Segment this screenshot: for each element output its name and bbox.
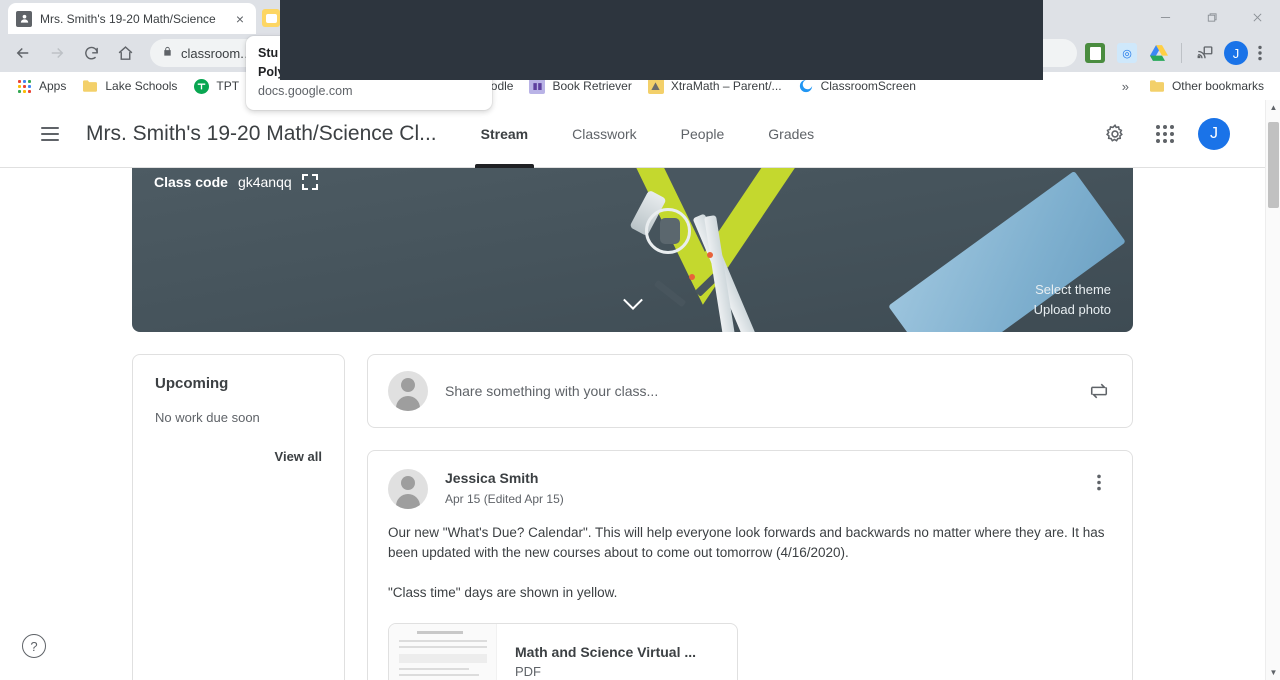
book-retriever-icon — [529, 78, 546, 94]
upcoming-card: Upcoming No work due soon View all — [132, 354, 345, 680]
browser-tab-title: Mrs. Smith's 19-20 Math/Science — [40, 11, 216, 26]
content-columns: Upcoming No work due soon View all Share… — [132, 354, 1133, 680]
vertical-scrollbar[interactable]: ▲ ▼ — [1265, 100, 1280, 680]
google-drive-extension-icon[interactable] — [1149, 43, 1169, 63]
pdf-thumbnail — [389, 624, 497, 680]
extension-icons: ◎ — [1085, 43, 1173, 63]
classroom-header-actions: J — [1098, 117, 1264, 151]
post-attachment[interactable]: Math and Science Virtual ... PDF — [388, 623, 738, 680]
tab-people[interactable]: People — [659, 100, 747, 168]
attachment-info: Math and Science Virtual ... PDF — [497, 644, 696, 679]
class-code-row: Class code gk4anqq — [154, 174, 318, 190]
folder-icon — [82, 78, 98, 94]
popup-domain: docs.google.com — [258, 84, 353, 98]
post-author: Jessica Smith — [445, 470, 539, 486]
browser-window: Mrs. Smith's 19-20 Math/Science × classr… — [0, 0, 1280, 680]
post-paragraph: "Class time" days are shown in yellow. — [388, 585, 618, 600]
bookmarks-bar-right: » Other bookmarks — [1114, 75, 1272, 97]
dark-overlay-region — [280, 0, 1043, 80]
bookmark-tpt[interactable]: TPT — [185, 75, 247, 97]
toolbar-divider — [1181, 43, 1182, 63]
post-paragraph: Our new "What's Due? Calendar". This wil… — [388, 525, 1105, 560]
upcoming-empty-text: No work due soon — [155, 410, 260, 425]
bookmark-label: Lake Schools — [105, 79, 178, 93]
default-avatar — [388, 469, 428, 509]
default-avatar — [388, 371, 428, 411]
view-all-link[interactable]: View all — [155, 449, 322, 464]
class-code-value: gk4anqq — [237, 174, 292, 190]
xtramath-icon — [647, 78, 664, 94]
post-date: Apr 15 (Edited Apr 15) — [445, 492, 564, 506]
blue-extension-icon[interactable]: ◎ — [1117, 43, 1137, 63]
cast-icon[interactable] — [1190, 38, 1220, 68]
post-composer[interactable]: Share something with your class... — [367, 354, 1133, 428]
scrollbar-thumb[interactable] — [1268, 122, 1279, 208]
bookmark-other-bookmarks[interactable]: Other bookmarks — [1141, 75, 1272, 97]
tab-classwork[interactable]: Classwork — [550, 100, 659, 168]
forward-button[interactable] — [42, 38, 72, 68]
scroll-up-arrow[interactable]: ▲ — [1266, 100, 1280, 115]
close-icon[interactable]: × — [232, 11, 248, 27]
compass-hub — [660, 218, 680, 244]
lock-icon — [162, 44, 173, 62]
bookmark-label: ClassroomScreen — [820, 79, 916, 93]
banner-actions: Select theme Upload photo — [1034, 280, 1111, 320]
help-icon[interactable]: ? — [22, 634, 46, 658]
three-dot-menu-icon[interactable] — [1248, 41, 1272, 65]
bookmark-label: Apps — [39, 79, 67, 93]
post-meta: Jessica Smith Apr 15 (Edited Apr 15) — [445, 469, 1086, 508]
google-apps-grid-icon[interactable] — [1148, 117, 1182, 151]
upload-photo-button[interactable]: Upload photo — [1034, 300, 1111, 320]
gear-icon[interactable] — [1098, 117, 1132, 151]
page-body: Class code gk4anqq Select theme Upload p… — [0, 168, 1280, 680]
hamburger-menu-icon[interactable] — [28, 112, 72, 156]
classroom-tabs: Stream Classwork People Grades — [459, 100, 837, 168]
restore-button[interactable] — [1188, 0, 1234, 34]
minimize-button[interactable] — [1142, 0, 1188, 34]
fullscreen-icon[interactable] — [301, 174, 318, 190]
chevron-down-icon[interactable] — [622, 297, 644, 316]
tab-grades[interactable]: Grades — [746, 100, 836, 168]
folder-icon — [1149, 78, 1165, 94]
compass-dot-upper — [707, 252, 713, 258]
attachment-title: Math and Science Virtual ... — [515, 643, 697, 660]
bookmark-apps[interactable]: Apps — [8, 75, 74, 97]
stream-post: Jessica Smith Apr 15 (Edited Apr 15) Our… — [367, 450, 1133, 680]
stream-column: Share something with your class... Jessi… — [367, 354, 1133, 680]
compass-dot-lower — [689, 274, 695, 280]
close-window-button[interactable] — [1234, 0, 1280, 34]
bookmark-label: Other bookmarks — [1171, 79, 1264, 93]
home-button[interactable] — [110, 38, 140, 68]
post-body: Our new "What's Due? Calendar". This wil… — [388, 523, 1112, 603]
classroom-favicon — [16, 10, 32, 27]
bookmark-label: Book Retriever — [552, 79, 632, 93]
three-dot-menu-icon[interactable] — [1086, 469, 1112, 495]
google-classroom-extension-icon[interactable] — [1085, 43, 1105, 63]
upcoming-title: Upcoming — [155, 375, 229, 392]
avatar[interactable]: J — [1198, 117, 1230, 150]
new-tab-icon[interactable] — [262, 9, 280, 27]
apps-grid-icon — [16, 78, 32, 94]
bookmark-lake-schools[interactable]: Lake Schools — [74, 75, 185, 97]
window-controls — [1142, 0, 1280, 34]
bookmarks-overflow-icon[interactable]: » — [1114, 79, 1137, 94]
back-button[interactable] — [8, 38, 38, 68]
share-input-placeholder[interactable]: Share something with your class... — [445, 383, 1086, 399]
tpt-icon — [193, 78, 209, 94]
bookmark-label: XtraMath – Parent/... — [670, 79, 782, 93]
class-banner: Class code gk4anqq Select theme Upload p… — [132, 168, 1133, 332]
scroll-down-arrow[interactable]: ▼ — [1266, 665, 1280, 680]
select-theme-button[interactable]: Select theme — [1034, 280, 1111, 300]
post-header: Jessica Smith Apr 15 (Edited Apr 15) — [388, 469, 1112, 509]
classroom-header: Mrs. Smith's 19-20 Math/Science Cl... St… — [0, 100, 1280, 168]
browser-tab[interactable]: Mrs. Smith's 19-20 Math/Science × — [8, 3, 256, 34]
bookmark-label: TPT — [216, 79, 240, 93]
reload-button[interactable] — [76, 38, 106, 68]
page-title: Mrs. Smith's 19-20 Math/Science Cl... — [86, 121, 437, 145]
swap-icon[interactable] — [1086, 378, 1112, 404]
class-code-label: Class code — [154, 174, 228, 190]
classroomscreen-icon — [798, 78, 814, 94]
profile-avatar[interactable]: J — [1224, 41, 1248, 65]
attachment-type: PDF — [515, 663, 541, 679]
